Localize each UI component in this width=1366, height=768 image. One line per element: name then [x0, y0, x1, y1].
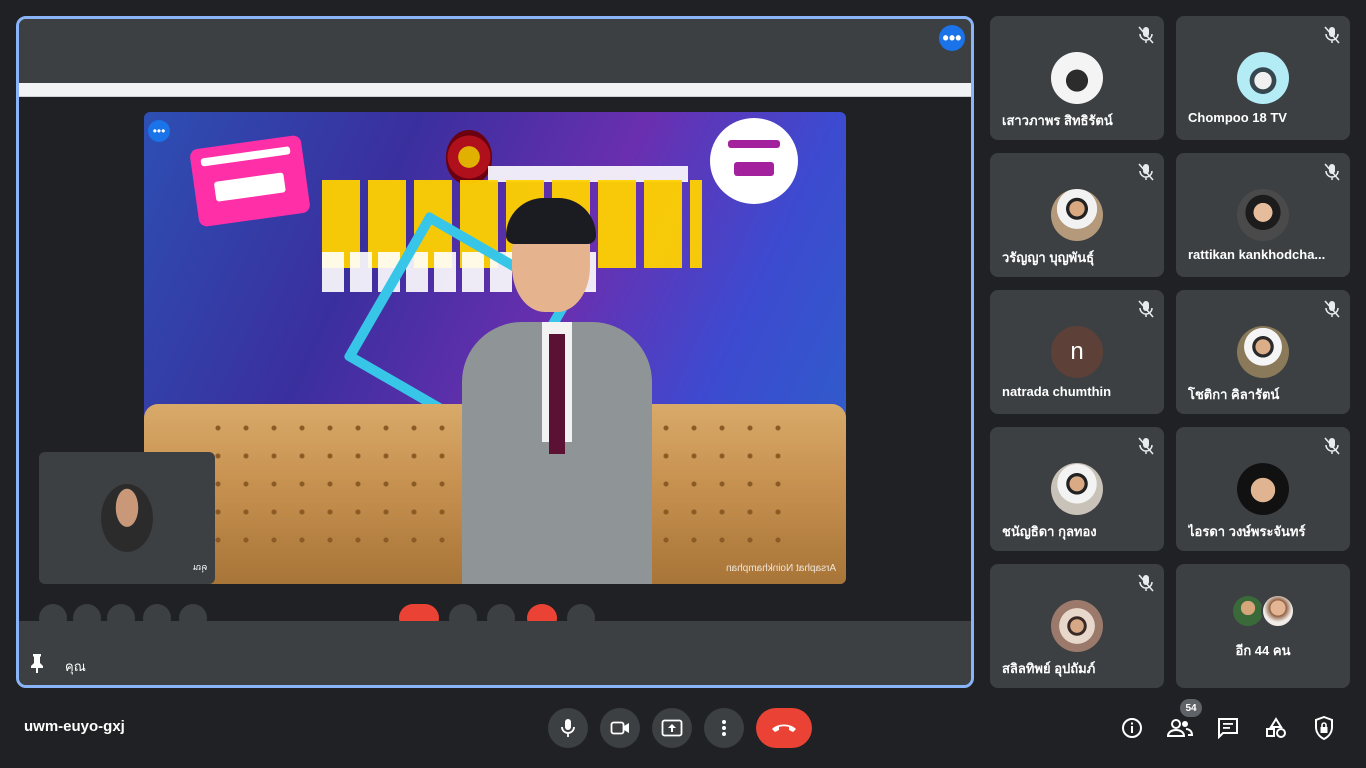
- shared-screen-browser-strip: [19, 83, 971, 97]
- participant-name: rattikan kankhodcha...: [1188, 247, 1326, 262]
- mic-off-icon: [1138, 437, 1154, 455]
- people-icon: [1167, 719, 1193, 737]
- avatar: [1237, 463, 1289, 515]
- mic-off-icon: [1324, 300, 1340, 318]
- participant-tile[interactable]: ชนัญธิดา กุลทอง: [990, 427, 1164, 551]
- present-icon: [661, 719, 683, 737]
- participant-name: natrada chumthin: [1002, 384, 1112, 399]
- participant-tile[interactable]: Chompoo 18 TV: [1176, 16, 1350, 140]
- mic-off-icon: [1324, 26, 1340, 44]
- participant-tile[interactable]: ไอรดา วงษ์พระจันทร์: [1176, 427, 1350, 551]
- speech-bubble-graphic: [710, 118, 798, 204]
- avatar: [1051, 600, 1103, 652]
- chat-button[interactable]: [1214, 714, 1242, 742]
- presentation-tile[interactable]: ••• ••• Arsaphat Noinkhamphan คุณ คุณ: [16, 16, 974, 688]
- info-icon: [1122, 718, 1142, 738]
- participant-count-badge: 54: [1180, 699, 1202, 717]
- mic-off-icon: [1324, 163, 1340, 181]
- mic-off-icon: [1324, 437, 1340, 455]
- others-tile[interactable]: อีก 44 คน: [1176, 564, 1350, 688]
- mic-icon: [561, 719, 575, 737]
- participant-tile[interactable]: rattikan kankhodcha...: [1176, 153, 1350, 277]
- participant-name: เสาวภาพร สิทธิรัตน์: [1002, 113, 1113, 128]
- host-controls-button[interactable]: [1310, 714, 1338, 742]
- pin-icon[interactable]: [29, 653, 45, 673]
- meet-app: ••• ••• Arsaphat Noinkhamphan คุณ คุณ เส…: [0, 0, 1366, 768]
- more-vert-icon: [722, 720, 726, 736]
- avatar-letter: n: [1051, 326, 1103, 378]
- participant-name: Chompoo 18 TV: [1188, 110, 1287, 125]
- school-emblem-logo: [446, 130, 492, 184]
- avatar: [1237, 189, 1289, 241]
- video-caption: Arsaphat Noinkhamphan: [725, 563, 836, 574]
- chat-icon: [1218, 718, 1238, 739]
- leave-call-button[interactable]: [756, 708, 812, 748]
- avatar: [1051, 52, 1103, 104]
- avatar: [1261, 594, 1295, 628]
- self-preview-label: คุณ: [192, 562, 207, 572]
- host-controls-icon: [1315, 716, 1333, 740]
- more-options-button[interactable]: [704, 708, 744, 748]
- participant-name: วรัญญา บุญพันธุ์: [1002, 250, 1095, 265]
- participant-name: โชติกา คิลารัตน์: [1188, 387, 1280, 402]
- mic-off-icon: [1138, 26, 1154, 44]
- avatar: [1237, 326, 1289, 378]
- shared-video-frame: ••• Arsaphat Noinkhamphan: [144, 112, 846, 584]
- tile-more-options-button[interactable]: •••: [939, 25, 965, 51]
- stage-topbar: [19, 19, 971, 83]
- mic-button[interactable]: [548, 708, 588, 748]
- participant-tile[interactable]: n natrada chumthin: [990, 290, 1164, 414]
- present-now-button[interactable]: [652, 708, 692, 748]
- mic-off-icon: [1138, 300, 1154, 318]
- others-count-label: อีก 44 คน: [1235, 643, 1291, 658]
- shared-screen: ••• Arsaphat Noinkhamphan คุณ: [19, 97, 971, 632]
- participant-name: ชนัญธิดา กุลทอง: [1002, 524, 1097, 539]
- activities-button[interactable]: [1262, 714, 1290, 742]
- camera-button[interactable]: [600, 708, 640, 748]
- presenter-video: [462, 198, 652, 584]
- people-button[interactable]: [1166, 714, 1194, 742]
- participant-tile[interactable]: สลิลทิพย์ อุปถัมภ์: [990, 564, 1164, 688]
- avatar: [1051, 189, 1103, 241]
- avatar: [1231, 594, 1265, 628]
- activities-icon: [1266, 717, 1286, 738]
- nested-more-icon: •••: [148, 120, 170, 142]
- meeting-code: uwm-euyo-gxj: [24, 718, 125, 735]
- stage-footer: คุณ: [19, 621, 971, 685]
- participant-name: ไอรดา วงษ์พระจันทร์: [1188, 524, 1306, 539]
- participant-tile[interactable]: เสาวภาพร สิทธิรัตน์: [990, 16, 1164, 140]
- mic-off-icon: [1138, 574, 1154, 592]
- self-preview-tile: คุณ: [39, 452, 215, 584]
- avatar: [1051, 463, 1103, 515]
- avatar: [1237, 52, 1289, 104]
- others-avatar-stack: [1231, 594, 1295, 628]
- pink-banner-graphic: [189, 134, 311, 228]
- mic-off-icon: [1138, 163, 1154, 181]
- end-call-icon: [772, 724, 796, 732]
- participant-tile[interactable]: วรัญญา บุญพันธุ์: [990, 153, 1164, 277]
- mirrored-controls-strip: [19, 602, 971, 632]
- meeting-details-button[interactable]: [1118, 714, 1146, 742]
- participant-tile[interactable]: โชติกา คิลารัตน์: [1176, 290, 1350, 414]
- camera-icon: [610, 721, 629, 735]
- self-avatar: [101, 484, 153, 552]
- participant-name: สลิลทิพย์ อุปถัมภ์: [1002, 661, 1096, 676]
- presenter-name: คุณ: [65, 659, 86, 674]
